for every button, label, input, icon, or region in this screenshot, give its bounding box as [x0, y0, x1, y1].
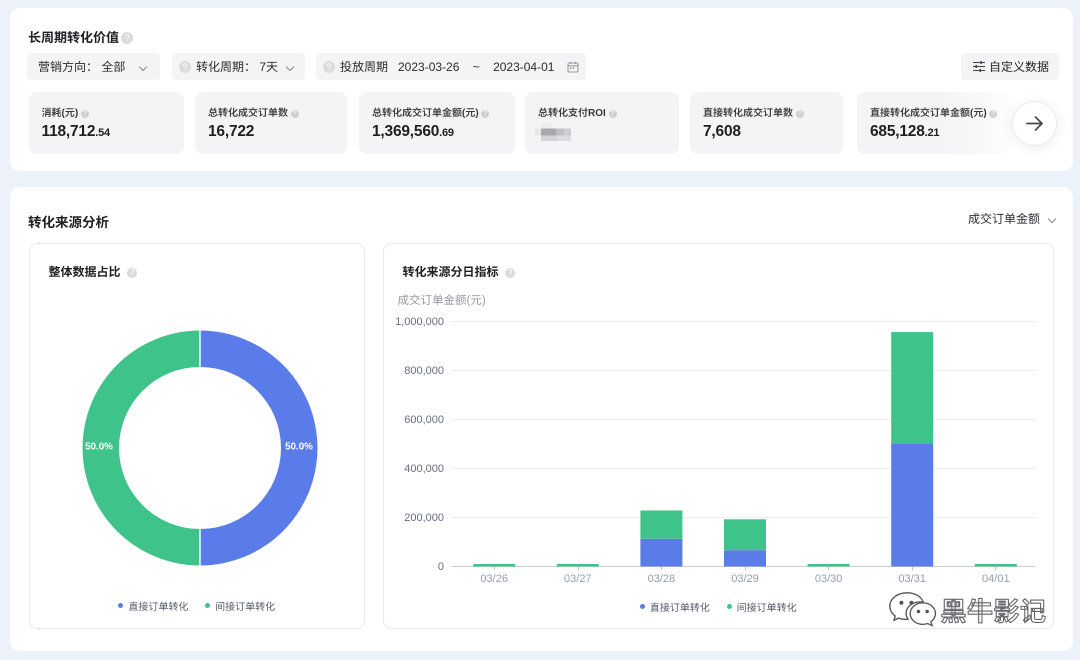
svg-text:03/28: 03/28 [647, 573, 675, 585]
svg-text:400,000: 400,000 [404, 463, 444, 475]
svg-text:800,000: 800,000 [404, 365, 444, 377]
svg-text:0: 0 [437, 561, 443, 573]
svg-text:03/30: 03/30 [814, 573, 842, 585]
svg-text:50.0%: 50.0% [85, 441, 113, 452]
svg-text:1,000,000: 1,000,000 [395, 316, 444, 328]
svg-text:03/27: 03/27 [564, 573, 592, 585]
svg-text:03/31: 03/31 [898, 573, 926, 585]
svg-text:04/01: 04/01 [982, 573, 1010, 585]
svg-text:200,000: 200,000 [404, 512, 444, 524]
svg-text:03/29: 03/29 [731, 573, 759, 585]
svg-text:50.0%: 50.0% [285, 441, 313, 452]
svg-text:600,000: 600,000 [404, 414, 444, 426]
svg-text:黑牛影记: 黑牛影记 [941, 592, 1047, 629]
svg-text:03/26: 03/26 [480, 573, 508, 585]
